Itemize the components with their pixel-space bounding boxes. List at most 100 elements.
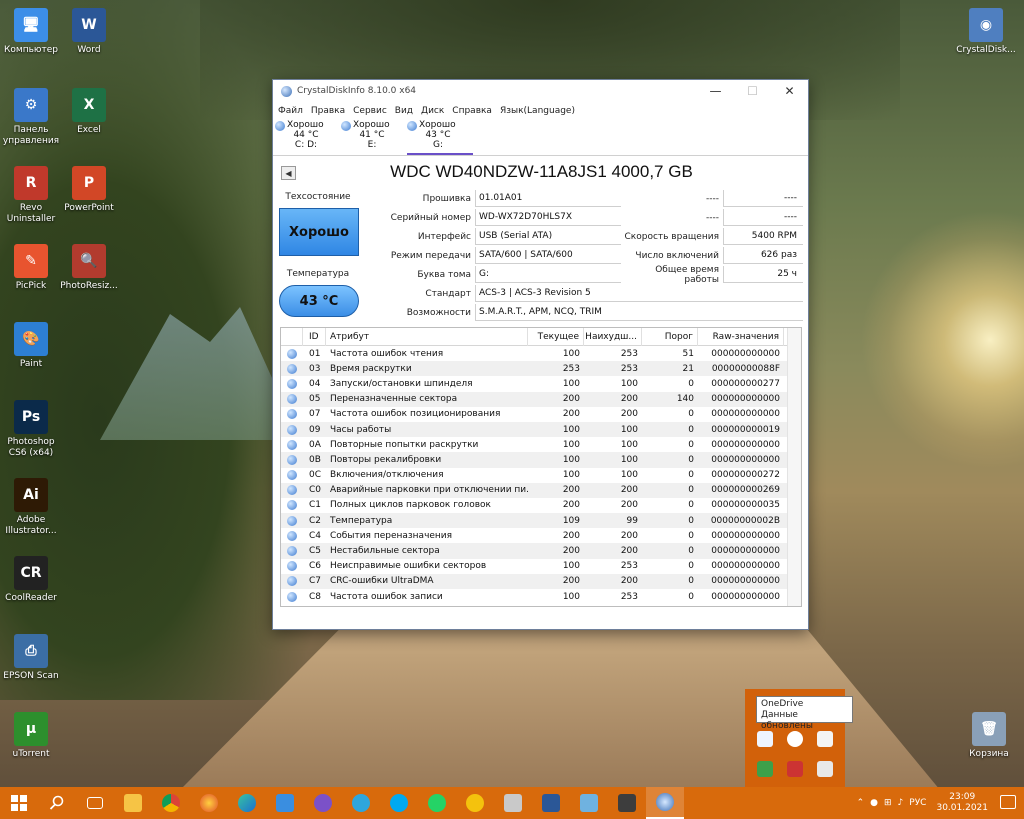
taskbar-app-2[interactable] bbox=[456, 787, 494, 819]
table-row[interactable]: 0A Повторные попытки раскрутки 100 100 0 0000… bbox=[281, 437, 801, 452]
table-row[interactable]: 09 Часы работы 100 100 0 000000000019 bbox=[281, 421, 801, 438]
start-button[interactable] bbox=[0, 787, 38, 819]
minimize-button[interactable]: — bbox=[697, 80, 734, 102]
close-button[interactable]: ✕ bbox=[771, 80, 808, 102]
table-row[interactable]: C6 Неисправимые ошибки секторов 100 253 0 000… bbox=[281, 559, 801, 574]
table-row[interactable]: 07 Частота ошибок позиционирования 200 200 0… bbox=[281, 407, 801, 422]
desktop-icon[interactable]: Ai Adobe Illustrator... bbox=[0, 478, 62, 537]
desktop-icon[interactable]: 🎨 Paint bbox=[0, 322, 62, 370]
disk-tab-3[interactable]: Хорошо 43 °C G: bbox=[407, 119, 473, 155]
menu-service[interactable]: Сервис bbox=[353, 106, 387, 116]
taskbar-word[interactable] bbox=[532, 787, 570, 819]
table-row[interactable]: 04 Запуски/остановки шпинделя 100 100 0 00000… bbox=[281, 376, 801, 391]
temperature-value[interactable]: 43 °C bbox=[279, 285, 359, 317]
task-view-button[interactable] bbox=[76, 787, 114, 819]
menu-disk[interactable]: Диск bbox=[421, 106, 444, 116]
col-header-threshold[interactable]: Порог bbox=[642, 328, 698, 346]
search-button[interactable] bbox=[38, 787, 76, 819]
network-icon[interactable]: ⊞ bbox=[884, 798, 892, 808]
table-row[interactable]: 0B Повторы рекалибровки 100 100 0 00000000000… bbox=[281, 452, 801, 468]
taskbar-explorer[interactable] bbox=[114, 787, 152, 819]
col-header-worst[interactable]: Наихудш... bbox=[584, 328, 642, 346]
desktop-icon[interactable]: P PowerPoint bbox=[58, 166, 120, 214]
desktop-icon[interactable]: R Revo Uninstaller bbox=[0, 166, 62, 225]
taskbar-whatsapp[interactable] bbox=[418, 787, 456, 819]
menu-language[interactable]: Язык(Language) bbox=[500, 106, 575, 116]
cell-current: 109 bbox=[562, 515, 580, 526]
desktop-icon[interactable]: 🔍 PhotoResiz... bbox=[58, 244, 120, 292]
menu-help[interactable]: Справка bbox=[452, 106, 492, 116]
taskbar-app-1[interactable] bbox=[266, 787, 304, 819]
desktop-icon[interactable]: 🗑 Корзина bbox=[958, 712, 1020, 760]
table-row[interactable]: C5 Нестабильные сектора 200 200 0 00000000000… bbox=[281, 543, 801, 559]
taskbar-app-3[interactable] bbox=[494, 787, 532, 819]
desktop-icon[interactable]: ✎ PicPick bbox=[0, 244, 62, 292]
taskbar-calculator[interactable] bbox=[608, 787, 646, 819]
shield-tray-icon[interactable] bbox=[817, 761, 833, 777]
menu-file[interactable]: Файл bbox=[278, 106, 303, 116]
col-header-id[interactable]: ID bbox=[303, 328, 326, 346]
desktop-icon[interactable]: ⚙ Панель управления bbox=[0, 88, 62, 147]
title-bar[interactable]: CrystalDiskInfo 8.10.0 x64 — ☐ ✕ bbox=[273, 80, 808, 102]
desktop-icon[interactable]: ⎙ EPSON Scan bbox=[0, 634, 62, 682]
cell-attribute: Время раскрутки bbox=[330, 363, 412, 374]
crystaldiskinfo-window[interactable]: CrystalDiskInfo 8.10.0 x64 — ☐ ✕ Файл Пр… bbox=[272, 79, 809, 630]
edit-tray-icon[interactable] bbox=[817, 731, 833, 747]
smart-attributes-table[interactable]: ID Атрибут Текущее Наихудш... Порог Raw-… bbox=[280, 327, 802, 607]
menu-view[interactable]: Вид bbox=[395, 106, 413, 116]
cell-attribute: Повторы рекалибровки bbox=[330, 454, 442, 465]
col-header-current[interactable]: Текущее bbox=[528, 328, 584, 346]
table-row[interactable]: 05 Переназначенные сектора 200 200 140 000000… bbox=[281, 391, 801, 407]
desktop-icon[interactable]: 🖥 Компьютер bbox=[0, 8, 62, 56]
taskbar-telegram[interactable] bbox=[342, 787, 380, 819]
table-row[interactable]: C0 Аварийные парковки при отключении пи..… bbox=[281, 482, 801, 498]
onedrive-icon[interactable] bbox=[757, 731, 773, 747]
antivirus-tray-icon[interactable]: ● bbox=[870, 798, 878, 808]
health-status-value[interactable]: Хорошо bbox=[279, 208, 359, 256]
cell-raw: 000000000000 bbox=[711, 530, 780, 541]
taskbar-edge[interactable] bbox=[228, 787, 266, 819]
power-count-label: Число включений bbox=[635, 250, 719, 261]
desktop-icon[interactable]: X Excel bbox=[58, 88, 120, 136]
notification-center-icon[interactable] bbox=[1000, 795, 1016, 809]
col-header-attribute[interactable]: Атрибут bbox=[326, 328, 528, 346]
cell-attribute: Запуски/остановки шпинделя bbox=[330, 378, 473, 389]
language-indicator[interactable]: РУС bbox=[909, 798, 926, 808]
network-tray-icon[interactable] bbox=[757, 761, 773, 777]
cell-worst: 200 bbox=[620, 485, 638, 496]
windows-logo-icon bbox=[11, 795, 27, 811]
disk-tab-1[interactable]: Хорошо 44 °C C: D: bbox=[275, 119, 341, 155]
disk-tab-2[interactable]: Хорошо 41 °C E: bbox=[341, 119, 407, 155]
cell-raw: 000000000000 bbox=[711, 576, 780, 587]
desktop-icon[interactable]: W Word bbox=[58, 8, 120, 56]
cell-raw: 000000000000 bbox=[711, 454, 780, 465]
desktop-icon[interactable]: CR CoolReader bbox=[0, 556, 62, 604]
table-row[interactable]: C8 Частота ошибок записи 100 253 0 0000000000… bbox=[281, 589, 801, 604]
table-row[interactable]: 03 Время раскрутки 253 253 21 00000000088F bbox=[281, 361, 801, 377]
col-header-raw[interactable]: Raw-значения bbox=[698, 328, 784, 346]
table-row[interactable]: C2 Температура 109 99 0 00000000002B bbox=[281, 513, 801, 529]
desktop-icon[interactable]: ◉ CrystalDisk... bbox=[955, 8, 1017, 56]
taskbar-app-4[interactable] bbox=[570, 787, 608, 819]
desktop-icon[interactable]: µ uTorrent bbox=[0, 712, 62, 760]
table-row[interactable]: C7 CRC-ошибки UltraDMA 200 200 0 000000000000 bbox=[281, 573, 801, 589]
volume-icon[interactable]: ♪ bbox=[898, 798, 904, 808]
table-scrollbar[interactable] bbox=[787, 328, 801, 606]
usb-tray-icon[interactable] bbox=[787, 761, 803, 777]
taskbar-crystaldiskinfo[interactable] bbox=[646, 787, 684, 819]
taskbar-chrome[interactable] bbox=[152, 787, 190, 819]
taskbar-firefox[interactable] bbox=[190, 787, 228, 819]
clock[interactable]: 23:09 30.01.2021 bbox=[936, 792, 988, 814]
menu-edit[interactable]: Правка bbox=[311, 106, 345, 116]
status-dot-icon bbox=[287, 561, 297, 572]
info-icon[interactable] bbox=[787, 731, 803, 747]
table-row[interactable]: C4 События переназначения 200 200 0 000000000… bbox=[281, 528, 801, 543]
table-row[interactable]: C1 Полных циклов парковок головок 200 200 0 0… bbox=[281, 498, 801, 513]
chevron-up-icon[interactable]: ⌃ bbox=[857, 798, 865, 808]
taskbar-viber[interactable] bbox=[304, 787, 342, 819]
table-row[interactable]: 0C Включения/отключения 100 100 0 00000000027… bbox=[281, 468, 801, 483]
table-row[interactable]: 01 Частота ошибок чтения 100 253 51 000000000… bbox=[281, 346, 801, 361]
maximize-button[interactable]: ☐ bbox=[734, 80, 771, 102]
desktop-icon[interactable]: Ps Photoshop CS6 (x64) bbox=[0, 400, 62, 459]
taskbar-skype[interactable] bbox=[380, 787, 418, 819]
